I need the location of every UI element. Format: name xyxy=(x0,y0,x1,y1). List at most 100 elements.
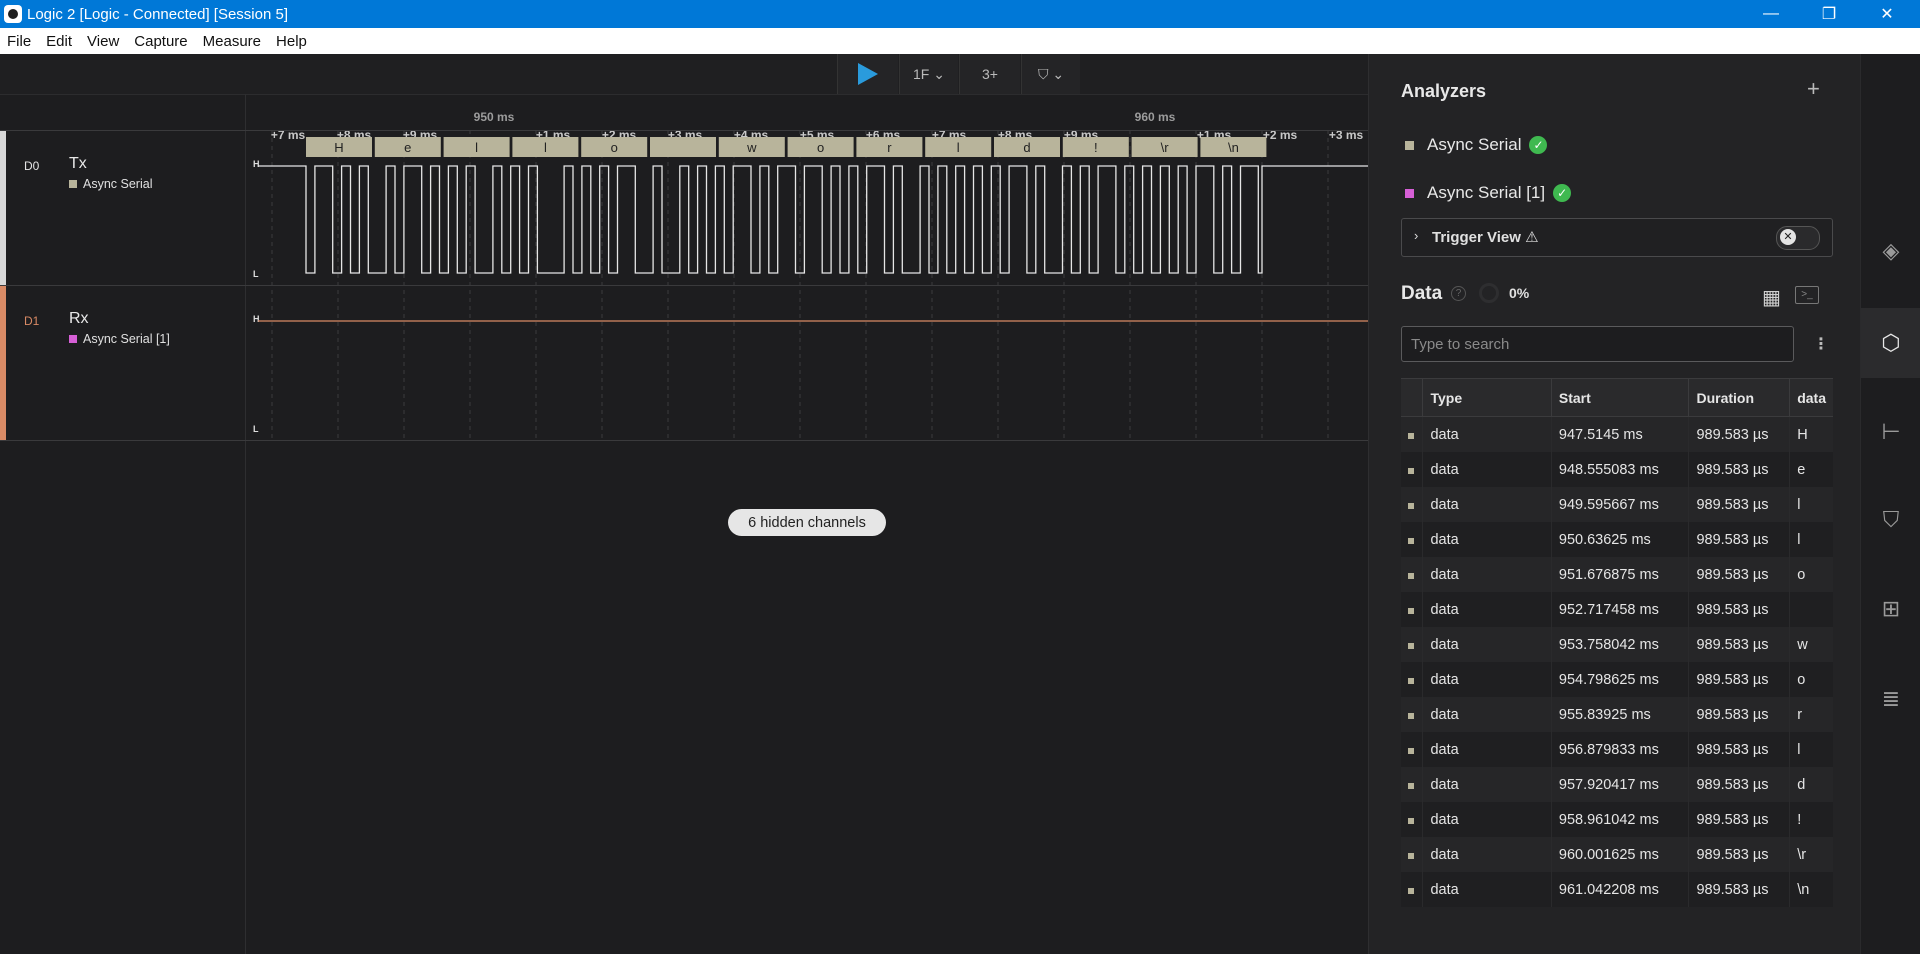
rail-button-timing-markers[interactable]: ⛉ xyxy=(1861,485,1920,555)
column-header-marker[interactable] xyxy=(1401,378,1424,417)
progress-percent: 0% xyxy=(1509,285,1530,301)
table-row[interactable]: data 960.001625 ms 989.583 µs \r xyxy=(1401,837,1833,872)
menu-measure[interactable]: Measure xyxy=(196,33,269,50)
row-marker xyxy=(1401,662,1424,697)
menu-capture[interactable]: Capture xyxy=(127,33,195,50)
row-color-dot xyxy=(1408,747,1414,754)
row-marker xyxy=(1401,837,1424,872)
cell-duration: 989.583 µs xyxy=(1688,872,1791,907)
data-title: Data xyxy=(1401,283,1443,304)
maximize-button[interactable]: ❐ xyxy=(1800,0,1858,28)
cell-start: 957.920417 ms xyxy=(1551,767,1690,802)
cell-start: 950.63625 ms xyxy=(1551,522,1690,557)
table-view-icon[interactable]: ▦ xyxy=(1762,285,1781,310)
cell-duration: 989.583 µs xyxy=(1688,802,1791,837)
table-row[interactable]: data 957.920417 ms 989.583 µs d xyxy=(1401,767,1833,802)
rail-button-layers[interactable]: ◈ xyxy=(1861,216,1920,286)
waveform-area: 1F ⌄ 3+ ⛉ ⌄ 950 ms 960 ms +7 ms +8 ms +9… xyxy=(0,54,1368,954)
row-marker xyxy=(1401,802,1424,837)
rail-button-analyzers[interactable]: ⬡ xyxy=(1861,308,1920,378)
row-color-dot xyxy=(1408,817,1414,824)
menu-edit[interactable]: Edit xyxy=(39,33,80,50)
cell-data: H xyxy=(1789,416,1833,452)
column-header-duration[interactable]: Duration xyxy=(1688,378,1791,417)
table-row[interactable]: data 949.595667 ms 989.583 µs l xyxy=(1401,487,1833,522)
column-header-start[interactable]: Start xyxy=(1551,378,1690,417)
window-title: Logic 2 [Logic - Connected] [Session 5] xyxy=(27,6,288,23)
decoded-byte-label: l xyxy=(957,140,960,155)
minimize-button[interactable]: — xyxy=(1742,0,1800,28)
decoded-byte-label: e xyxy=(404,140,411,155)
cell-data: o xyxy=(1789,557,1833,592)
row-marker xyxy=(1401,592,1424,627)
cell-type: data xyxy=(1422,767,1552,802)
cell-start: 954.798625 ms xyxy=(1551,662,1690,697)
table-row[interactable]: data 953.758042 ms 989.583 µs w xyxy=(1401,627,1833,662)
table-row[interactable]: data 948.555083 ms 989.583 µs e xyxy=(1401,452,1833,487)
cell-duration: 989.583 µs xyxy=(1688,416,1791,452)
row-color-dot xyxy=(1408,502,1414,509)
table-row[interactable]: data 947.5145 ms 989.583 µs H xyxy=(1401,416,1833,452)
table-row[interactable]: data 951.676875 ms 989.583 µs o xyxy=(1401,557,1833,592)
analyzer-item[interactable]: Async Serial ✓ xyxy=(1405,135,1548,155)
row-color-dot xyxy=(1408,782,1414,789)
decoded-byte-label: r xyxy=(887,140,892,155)
table-row[interactable]: data 958.961042 ms 989.583 µs! xyxy=(1401,802,1833,837)
rail-button-measurements[interactable]: ⊢ xyxy=(1861,397,1920,467)
cell-start: 952.717458 ms xyxy=(1551,592,1690,627)
menu-view[interactable]: View xyxy=(80,33,127,50)
extensions-icon: ⊞ xyxy=(1881,596,1901,621)
menu-file[interactable]: File xyxy=(0,33,39,50)
cell-type: data xyxy=(1422,802,1552,837)
table-row[interactable]: data 952.717458 ms 989.583 µs xyxy=(1401,592,1833,627)
trigger-view-panel[interactable]: › Trigger View ⚠ ✕ xyxy=(1401,218,1833,257)
row-color-dot xyxy=(1408,887,1414,894)
close-button[interactable]: ✕ xyxy=(1858,0,1916,28)
table-row[interactable]: data 956.879833 ms 989.583 µs l xyxy=(1401,732,1833,767)
table-row[interactable]: data 954.798625 ms 989.583 µs o xyxy=(1401,662,1833,697)
sidebar-icon-rail: ◈ ⬡ ⊢ ⛉ ⊞ ≣ xyxy=(1860,54,1920,954)
row-marker xyxy=(1401,416,1424,452)
hidden-channels-button[interactable]: 6 hidden channels xyxy=(728,509,886,536)
help-icon[interactable]: ? xyxy=(1451,286,1466,301)
analyzer-item-name: Async Serial [1] xyxy=(1427,183,1546,202)
table-row[interactable]: data 961.042208 ms 989.583 µs \n xyxy=(1401,872,1833,907)
decoded-byte-label: ! xyxy=(1094,140,1098,155)
row-color-dot xyxy=(1408,572,1414,579)
more-options-icon[interactable]: ⋮ xyxy=(1813,334,1829,354)
cell-start: 951.676875 ms xyxy=(1551,557,1690,592)
table-row[interactable]: data 955.83925 ms 989.583 µs r xyxy=(1401,697,1833,732)
cell-type: data xyxy=(1422,872,1552,907)
cell-type: data xyxy=(1422,557,1552,592)
cell-duration: 989.583 µs xyxy=(1688,592,1791,627)
rail-button-extensions[interactable]: ⊞ xyxy=(1861,574,1920,644)
row-marker xyxy=(1401,557,1424,592)
check-icon: ✓ xyxy=(1553,184,1572,202)
cell-type: data xyxy=(1422,416,1552,452)
analyzer-item[interactable]: Async Serial [1] ✓ xyxy=(1405,183,1572,203)
waveform-canvas[interactable]: He l l o w o r l d! \r \n xyxy=(0,54,1368,474)
cell-data: l xyxy=(1789,522,1833,557)
column-header-type[interactable]: Type xyxy=(1422,378,1552,417)
add-analyzer-plus-button[interactable]: + xyxy=(1807,76,1820,102)
cell-duration: 989.583 µs xyxy=(1688,522,1791,557)
column-header-data[interactable]: data xyxy=(1789,378,1833,417)
table-row[interactable]: data 950.63625 ms 989.583 µs l xyxy=(1401,522,1833,557)
row-marker xyxy=(1401,767,1424,802)
trigger-view-toggle[interactable]: ✕ xyxy=(1776,226,1820,250)
row-color-dot xyxy=(1408,677,1414,684)
menu-help[interactable]: Help xyxy=(269,33,315,50)
cell-data: \n xyxy=(1789,872,1833,907)
decoded-byte-label: H xyxy=(334,140,343,155)
decoded-byte-label: \r xyxy=(1161,140,1170,155)
search-input[interactable] xyxy=(1401,326,1794,362)
decoded-data-table[interactable]: Type Start Duration data data 947.5145 ms… xyxy=(1401,378,1833,907)
decoded-byte-label: l xyxy=(544,140,547,155)
cell-type: data xyxy=(1422,627,1552,662)
rail-button-notes[interactable]: ≣ xyxy=(1861,664,1920,734)
close-icon: ✕ xyxy=(1780,229,1796,245)
terminal-view-icon[interactable]: >_ xyxy=(1795,286,1819,304)
cell-duration: 989.583 µs xyxy=(1688,452,1791,487)
check-icon: ✓ xyxy=(1529,136,1548,154)
table-header-row: Type Start Duration data xyxy=(1401,378,1833,417)
